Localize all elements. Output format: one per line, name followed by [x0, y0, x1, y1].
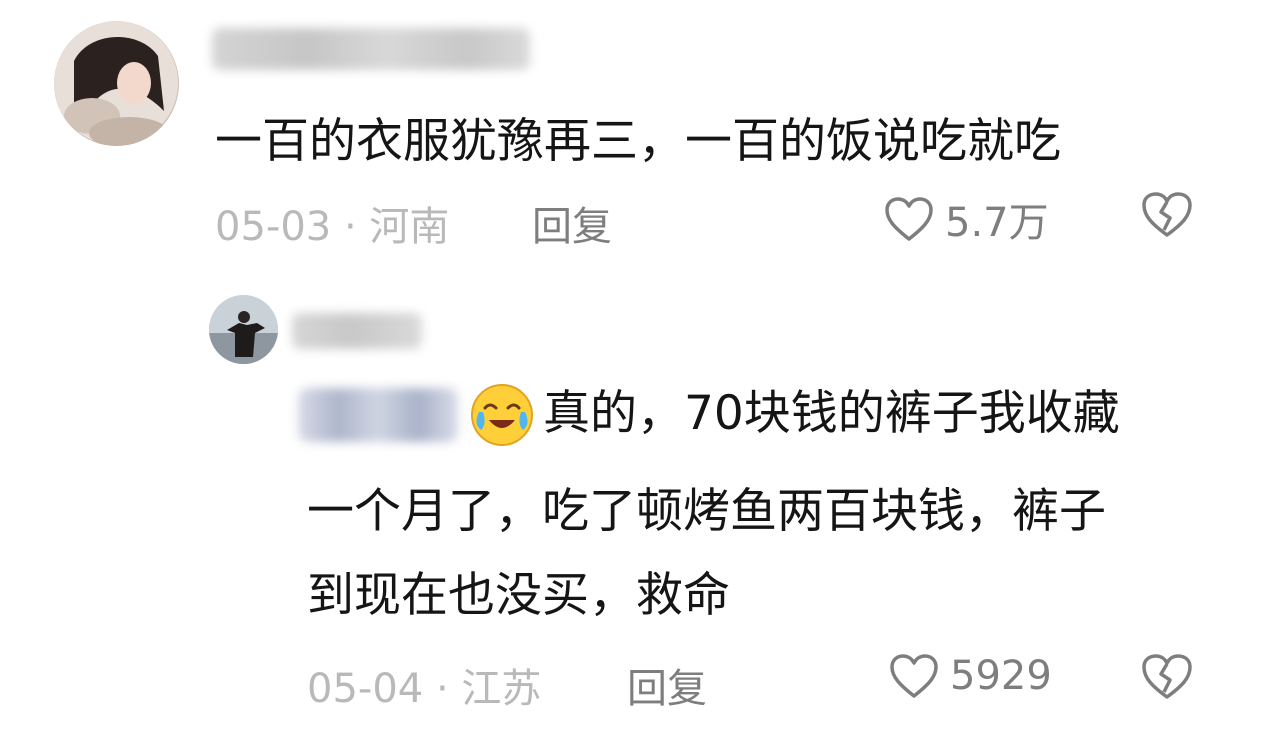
crying-laughing-emoji-icon [469, 382, 535, 448]
broken-heart-icon [1142, 654, 1192, 699]
comment-meta: 05-04 · 江苏 [307, 666, 542, 712]
avatar[interactable] [54, 21, 179, 146]
username-blurred [212, 28, 530, 70]
reply-text-line: 真的，70块钱的裤子我收藏 [543, 386, 1120, 441]
user-avatar-icon [209, 295, 278, 364]
mention-blurred [298, 388, 458, 442]
reply-button[interactable]: 回复 [532, 194, 612, 252]
dislike-button[interactable] [1140, 190, 1194, 244]
dislike-button[interactable] [1140, 652, 1194, 706]
reply-text-line: 到现在也没买，救命 [307, 568, 730, 623]
username-blurred [292, 313, 422, 349]
like-count: 5.7万 [945, 200, 1049, 246]
like-button[interactable]: 5.7万 [883, 190, 1049, 248]
like-count: 5929 [950, 653, 1052, 699]
avatar[interactable] [209, 295, 278, 364]
heart-outline-icon [890, 654, 938, 698]
broken-heart-icon [1142, 192, 1192, 237]
reply-button[interactable]: 回复 [627, 656, 707, 714]
reply-text-line: 一个月了，吃了顿烤鱼两百块钱，裤子 [307, 484, 1106, 539]
like-button[interactable]: 5929 [888, 652, 1052, 700]
heart-outline-icon [885, 197, 933, 241]
user-avatar-icon [54, 21, 178, 146]
comment-text: 一百的衣服犹豫再三，一百的饭说吃就吃 [215, 114, 1061, 169]
comment-meta: 05-03 · 河南 [215, 204, 450, 250]
